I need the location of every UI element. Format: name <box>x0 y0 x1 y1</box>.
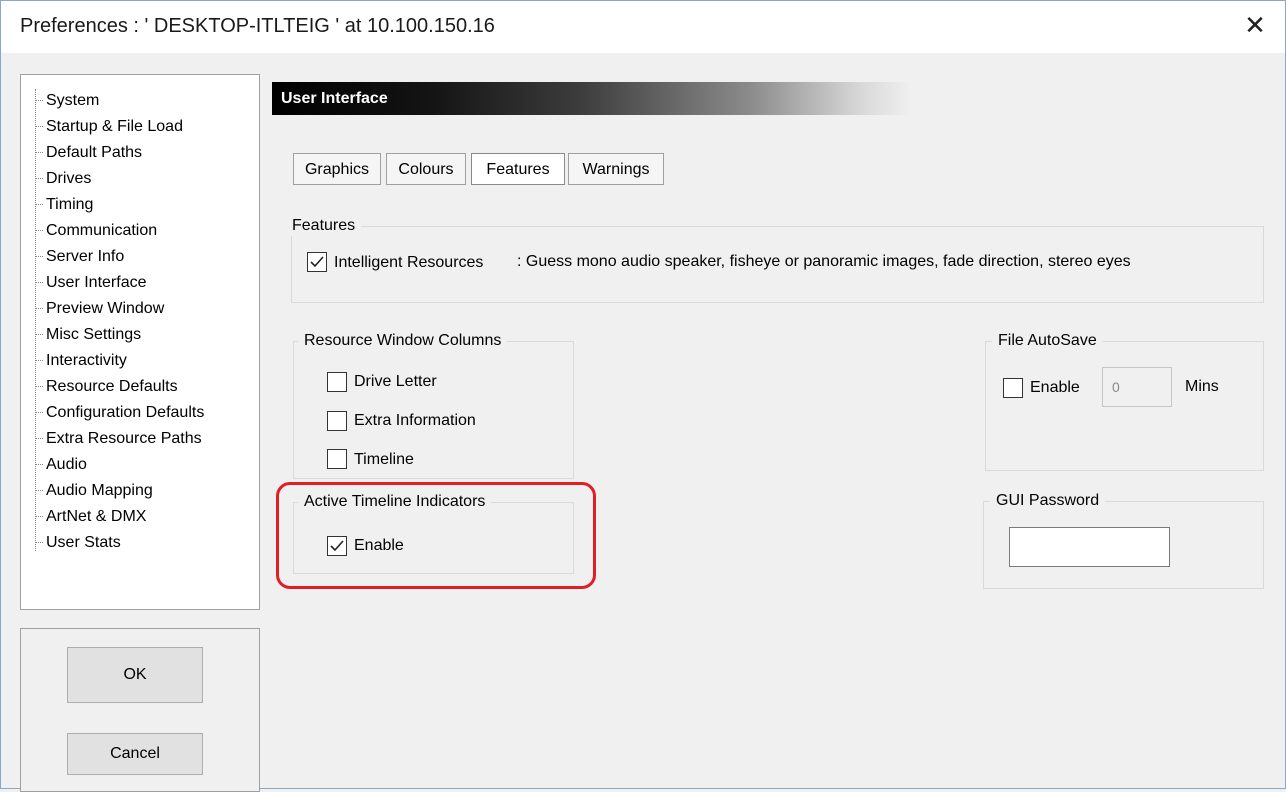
sidebar-item-preview-window[interactable]: Preview Window <box>35 297 164 321</box>
close-icon[interactable]: ✕ <box>1241 11 1269 39</box>
sidebar-item-audio-mapping[interactable]: Audio Mapping <box>35 479 153 503</box>
tab-colours[interactable]: Colours <box>386 153 466 185</box>
active-timeline-indicators-label: Active Timeline Indicators <box>298 492 492 512</box>
checkmark-icon <box>330 540 344 552</box>
autosave-unit-label: Mins <box>1185 378 1219 395</box>
sidebar-item-server-info[interactable]: Server Info <box>35 245 124 269</box>
timeline-label: Timeline <box>354 451 414 468</box>
gui-password-input[interactable] <box>1009 527 1170 567</box>
sidebar-item-extra-resource-paths[interactable]: Extra Resource Paths <box>35 427 202 451</box>
intelligent-resources-label: Intelligent Resources <box>334 254 484 271</box>
sidebar-item-artnet-dmx[interactable]: ArtNet & DMX <box>35 505 146 529</box>
sidebar-item-user-interface[interactable]: User Interface <box>35 271 146 295</box>
features-group-label: Features <box>286 216 362 236</box>
file-autosave-label: File AutoSave <box>992 331 1103 351</box>
resource-window-columns-label: Resource Window Columns <box>298 331 508 351</box>
title-bar: Preferences : ' DESKTOP-ITLTEIG ' at 10.… <box>1 1 1285 53</box>
sidebar-item-misc-settings[interactable]: Misc Settings <box>35 323 141 347</box>
extra-information-label: Extra Information <box>354 412 476 429</box>
sidebar-item-interactivity[interactable]: Interactivity <box>35 349 127 373</box>
section-header: User Interface <box>272 82 912 115</box>
extra-information-checkbox[interactable] <box>327 411 347 431</box>
settings-tree: System Startup & File Load Default Paths… <box>20 74 260 610</box>
drive-letter-label: Drive Letter <box>354 373 437 390</box>
sidebar-item-startup-file-load[interactable]: Startup & File Load <box>35 115 183 139</box>
autosave-enable-checkbox[interactable] <box>1003 378 1023 398</box>
ok-button[interactable]: OK <box>67 647 203 703</box>
timeline-checkbox[interactable] <box>327 449 347 469</box>
tab-warnings[interactable]: Warnings <box>568 153 664 185</box>
sidebar-item-configuration-defaults[interactable]: Configuration Defaults <box>35 401 204 425</box>
dialog-button-panel: OK Cancel <box>20 628 260 792</box>
tab-graphics[interactable]: Graphics <box>293 153 381 185</box>
cancel-button[interactable]: Cancel <box>67 733 203 775</box>
sidebar-item-system[interactable]: System <box>35 89 99 113</box>
sidebar-item-drives[interactable]: Drives <box>35 167 91 191</box>
intelligent-resources-checkbox[interactable] <box>307 252 327 272</box>
preferences-window: Preferences : ' DESKTOP-ITLTEIG ' at 10.… <box>0 0 1286 792</box>
sidebar-item-audio[interactable]: Audio <box>35 453 87 477</box>
gui-password-label: GUI Password <box>990 491 1106 511</box>
drive-letter-checkbox[interactable] <box>327 372 347 392</box>
sidebar-item-user-stats[interactable]: User Stats <box>35 531 121 555</box>
active-timeline-enable-label: Enable <box>354 537 404 554</box>
intelligent-resources-description: : Guess mono audio speaker, fisheye or p… <box>517 253 1131 270</box>
autosave-enable-label: Enable <box>1030 379 1080 396</box>
sidebar-item-resource-defaults[interactable]: Resource Defaults <box>35 375 178 399</box>
window-title: Preferences : ' DESKTOP-ITLTEIG ' at 10.… <box>20 15 495 37</box>
active-timeline-enable-checkbox[interactable] <box>327 536 347 556</box>
tab-features[interactable]: Features <box>471 153 565 185</box>
autosave-minutes-input[interactable]: 0 <box>1102 367 1172 407</box>
sidebar-item-communication[interactable]: Communication <box>35 219 157 243</box>
sidebar-item-default-paths[interactable]: Default Paths <box>35 141 142 165</box>
checkmark-icon <box>310 256 324 268</box>
sidebar-item-timing[interactable]: Timing <box>35 193 93 217</box>
